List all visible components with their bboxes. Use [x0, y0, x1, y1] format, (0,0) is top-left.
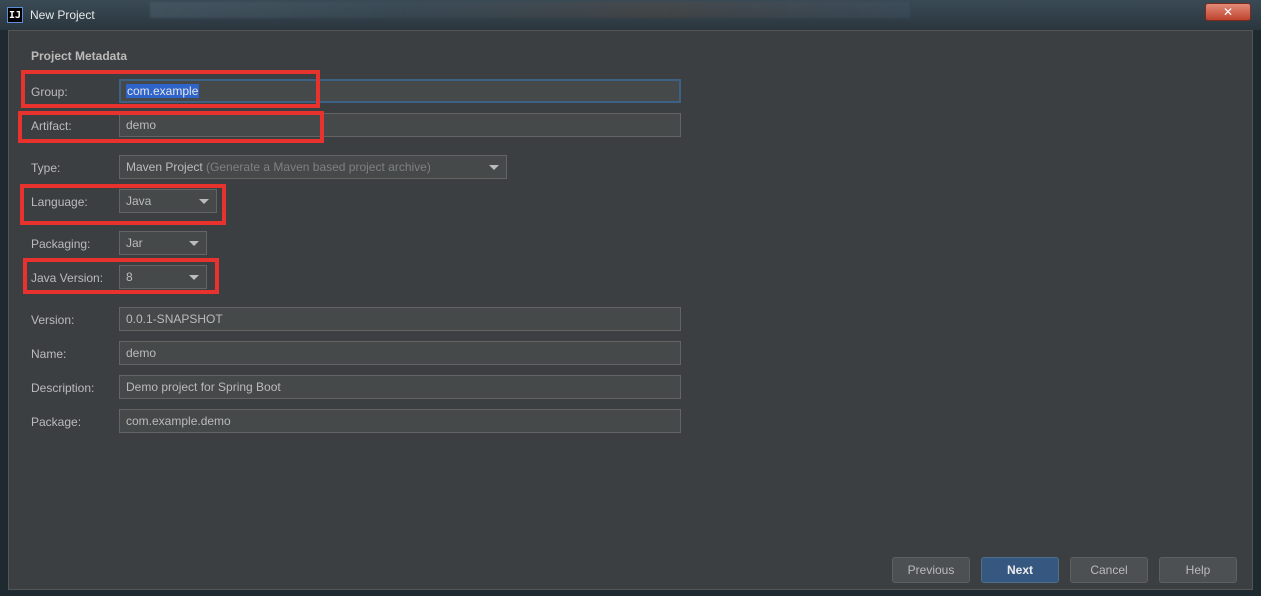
- previous-button[interactable]: Previous: [892, 557, 970, 583]
- version-field[interactable]: 0.0.1-SNAPSHOT: [119, 307, 681, 331]
- description-field[interactable]: Demo project for Spring Boot: [119, 375, 681, 399]
- name-label: Name:: [31, 347, 67, 361]
- type-dropdown[interactable]: Maven Project (Generate a Maven based pr…: [119, 155, 507, 179]
- group-field[interactable]: com.example: [119, 79, 681, 103]
- packaging-label: Packaging:: [31, 237, 91, 251]
- java-version-dropdown[interactable]: 8: [119, 265, 207, 289]
- package-label: Package:: [31, 415, 82, 429]
- next-button[interactable]: Next: [981, 557, 1059, 583]
- language-label: Language:: [31, 195, 88, 209]
- intellij-app-icon: IJ: [7, 7, 23, 23]
- description-label: Description:: [31, 381, 95, 395]
- artifact-label: Artifact:: [31, 119, 72, 133]
- package-field[interactable]: com.example.demo: [119, 409, 681, 433]
- artifact-field[interactable]: demo: [119, 113, 681, 137]
- section-title: Project Metadata: [31, 49, 128, 63]
- chevron-down-icon: [189, 275, 199, 280]
- version-label: Version:: [31, 313, 75, 327]
- chevron-down-icon: [189, 241, 199, 246]
- cancel-button[interactable]: Cancel: [1070, 557, 1148, 583]
- new-project-window: IJ New Project ✕ Project Metadata Group:…: [0, 0, 1261, 596]
- group-label: Group:: [31, 85, 68, 99]
- project-metadata-panel: Project Metadata Group: com.example Arti…: [8, 30, 1253, 590]
- java-version-label: Java Version:: [31, 271, 104, 285]
- type-value: Maven Project: [126, 160, 203, 174]
- close-window-button[interactable]: ✕: [1205, 3, 1251, 21]
- chevron-down-icon: [199, 199, 209, 204]
- name-field[interactable]: demo: [119, 341, 681, 365]
- packaging-value: Jar: [126, 236, 143, 250]
- title-bar[interactable]: IJ New Project ✕: [0, 0, 1261, 30]
- language-dropdown[interactable]: Java: [119, 189, 217, 213]
- packaging-dropdown[interactable]: Jar: [119, 231, 207, 255]
- group-value: com.example: [126, 84, 200, 98]
- language-value: Java: [126, 194, 152, 208]
- window-title: New Project: [30, 8, 95, 22]
- type-label: Type:: [31, 161, 61, 175]
- help-button[interactable]: Help: [1159, 557, 1237, 583]
- chevron-down-icon: [489, 165, 499, 170]
- type-hint: (Generate a Maven based project archive): [206, 160, 431, 174]
- blurred-taskbar-area: [150, 2, 910, 18]
- java-version-value: 8: [126, 270, 133, 284]
